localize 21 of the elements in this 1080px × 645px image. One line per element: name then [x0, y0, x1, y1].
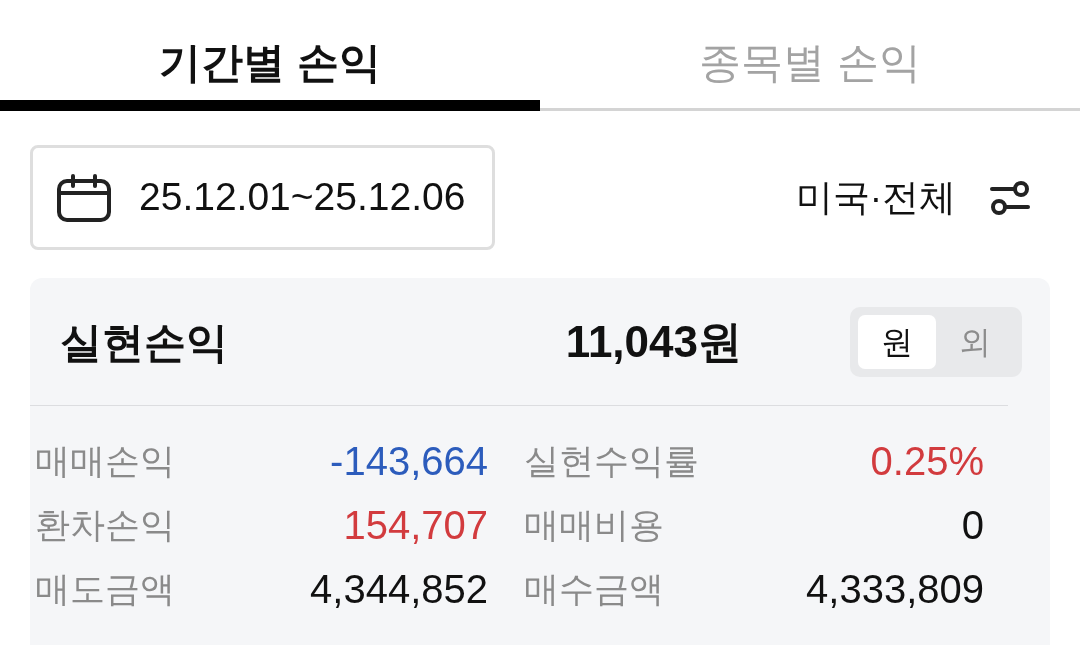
date-range-button[interactable]: 25.12.01~25.12.06: [30, 145, 495, 250]
date-range-text: 25.12.01~25.12.06: [139, 174, 466, 221]
card-title: 실현손익: [60, 317, 228, 368]
stat-value: 0.25%: [870, 438, 984, 485]
stat-label: 매매비용: [524, 503, 664, 546]
tab[interactable]: 기간별 손익: [0, 0, 540, 111]
filter-settings-icon[interactable]: [990, 179, 1030, 216]
stat-label: 매도금액: [35, 567, 175, 610]
stat-value: 0: [961, 502, 984, 549]
market-filter-label[interactable]: 미국·전체: [795, 169, 956, 226]
stat-value: 4,344,852: [310, 566, 488, 613]
realized-profit-total: 11,043원: [565, 316, 742, 368]
currency-option[interactable]: 원: [858, 315, 936, 369]
stat-label: 매매손익: [35, 439, 175, 482]
stat-value: 4,333,809: [806, 566, 984, 613]
calendar-icon: [57, 173, 111, 222]
stat-value: -143,664: [330, 438, 488, 485]
stat-label: 매수금액: [524, 567, 664, 610]
stat-label: 실현수익률: [524, 439, 699, 482]
stat-value: 154,707: [343, 502, 488, 549]
stat-label: 환차손익: [35, 503, 175, 546]
